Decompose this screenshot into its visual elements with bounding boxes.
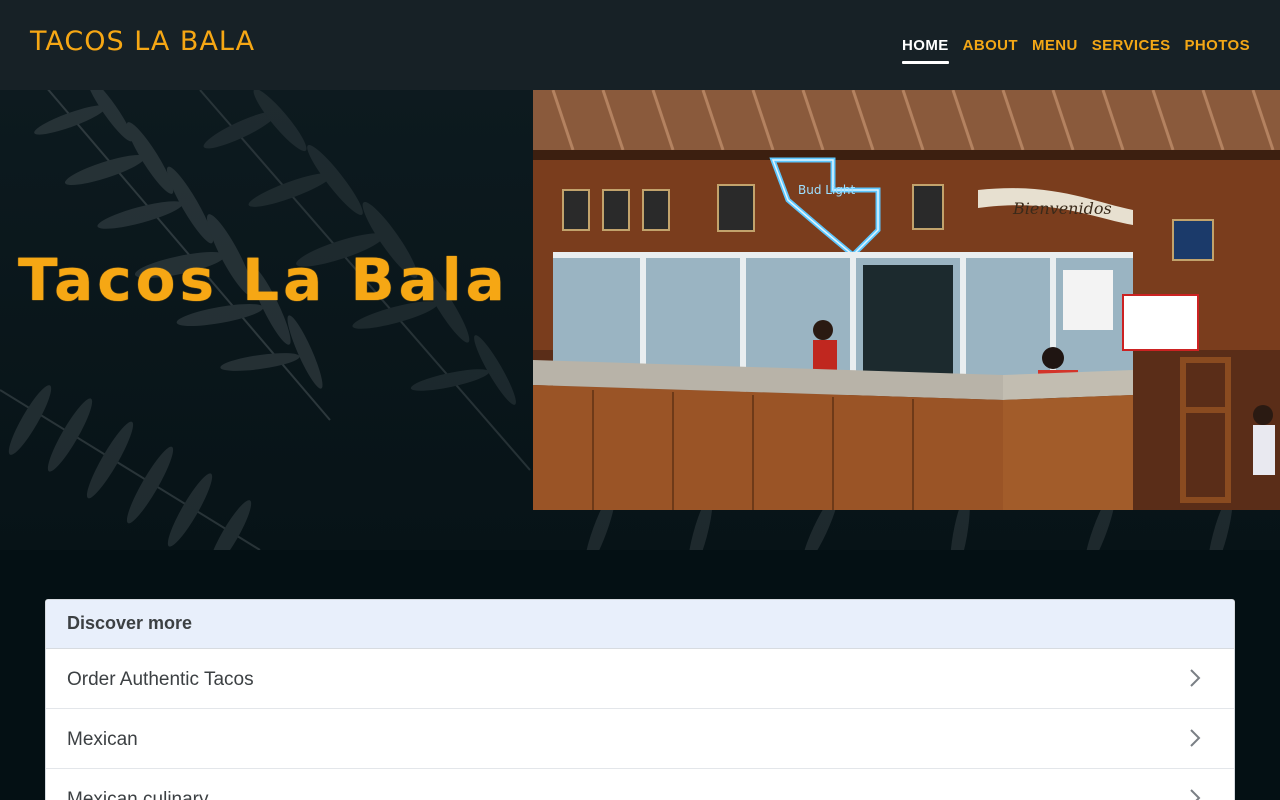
discover-item-label: Mexican culinary [67, 789, 209, 800]
discover-item-mexican-culinary[interactable]: Mexican culinary [46, 769, 1234, 800]
nav-photos[interactable]: PHOTOS [1185, 29, 1250, 62]
nav-services[interactable]: SERVICES [1092, 29, 1171, 62]
discover-more-heading: Discover more [46, 600, 1234, 649]
restaurant-interior-photo: Bud Light Bienvenidos [533, 90, 1280, 510]
chevron-right-icon [1190, 669, 1201, 687]
main-nav: HOME ABOUT MENU SERVICES PHOTOS [902, 0, 1250, 90]
discover-item-mexican[interactable]: Mexican [46, 709, 1234, 769]
hero-section: Tacos La Bala Bud Light Bienvenidos [0, 90, 1280, 550]
neon-sign-text: Bud Light [798, 183, 856, 197]
hero-title: Tacos La Bala [18, 246, 509, 314]
banner-text: Bienvenidos [1012, 199, 1112, 218]
nav-about[interactable]: ABOUT [963, 29, 1018, 62]
chevron-right-icon [1190, 789, 1201, 800]
top-navbar: TACOS LA BALA HOME ABOUT MENU SERVICES P… [0, 0, 1280, 90]
discover-item-label: Order Authentic Tacos [67, 669, 254, 690]
nav-home[interactable]: HOME [902, 29, 949, 64]
brand-logo-link[interactable]: TACOS LA BALA [30, 26, 255, 57]
discover-item-order-authentic-tacos[interactable]: Order Authentic Tacos [46, 649, 1234, 709]
discover-item-label: Mexican [67, 729, 138, 750]
discover-more-card: Discover more Order Authentic Tacos Mexi… [45, 599, 1235, 800]
nav-menu[interactable]: MENU [1032, 29, 1078, 62]
chevron-right-icon [1190, 729, 1201, 747]
